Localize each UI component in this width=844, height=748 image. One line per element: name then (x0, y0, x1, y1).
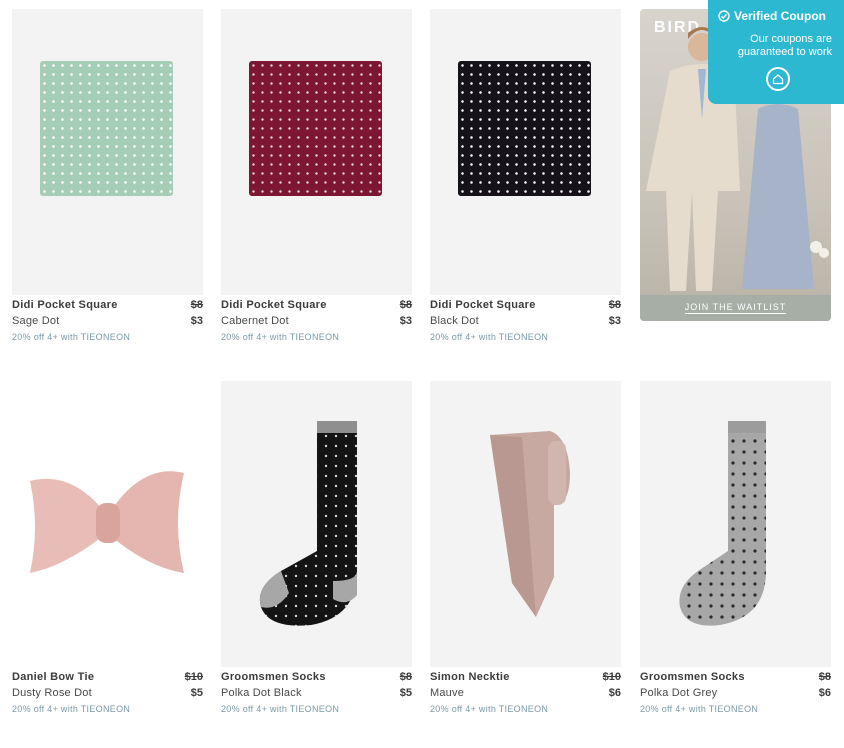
sale-price: $6 (608, 687, 621, 699)
sale-price: $3 (399, 315, 412, 327)
product-image[interactable] (221, 9, 412, 295)
join-waitlist-link[interactable]: JOIN THE WAITLIST (684, 302, 787, 314)
promo-text: 20% off 4+ with TIEONEON (12, 332, 131, 342)
product-image[interactable] (12, 9, 203, 295)
product-name[interactable]: Didi Pocket Square (430, 299, 536, 311)
promo-text: 20% off 4+ with TIEONEON (221, 332, 340, 342)
product-card[interactable]: Didi Pocket Square $8 Cabernet Dot $3 20… (221, 9, 412, 345)
product-variant: Polka Dot Black (221, 687, 302, 699)
coupon-subtitle-line2: guaranteed to work (737, 46, 832, 58)
coupon-subtitle: Our coupons are guaranteed to work (738, 33, 832, 59)
original-price: $8 (818, 671, 831, 683)
sale-price: $5 (399, 687, 412, 699)
original-price: $8 (608, 299, 621, 311)
coupon-title: Verified Coupon (718, 9, 826, 23)
sale-price: $3 (608, 315, 621, 327)
necktie-image (490, 431, 570, 617)
product-variant: Cabernet Dot (221, 315, 289, 327)
product-image[interactable] (221, 381, 412, 667)
ad-cta-bar[interactable]: JOIN THE WAITLIST (640, 295, 831, 321)
original-price: $10 (602, 671, 621, 683)
product-name[interactable]: Didi Pocket Square (12, 299, 118, 311)
product-name[interactable]: Groomsmen Socks (221, 671, 326, 683)
product-name[interactable]: Simon Necktie (430, 671, 510, 683)
sale-price: $5 (190, 687, 203, 699)
product-variant: Sage Dot (12, 315, 60, 327)
product-card[interactable]: Didi Pocket Square $8 Sage Dot $3 20% of… (12, 9, 203, 345)
original-price: $8 (190, 299, 203, 311)
promo-text: 20% off 4+ with TIEONEON (12, 704, 131, 714)
product-card[interactable]: Groomsmen Socks $8 Polka Dot Grey $6 20%… (640, 381, 831, 717)
product-image[interactable] (640, 381, 831, 667)
promo-text: 20% off 4+ with TIEONEON (640, 704, 759, 714)
coupon-subtitle-line1: Our coupons are (750, 33, 832, 45)
promo-text: 20% off 4+ with TIEONEON (430, 332, 549, 342)
pocket-square-image (458, 61, 591, 196)
product-card[interactable]: Groomsmen Socks $8 Polka Dot Black $5 20… (221, 381, 412, 717)
sock-grey-image (679, 421, 766, 626)
product-card[interactable]: Didi Pocket Square $8 Black Dot $3 20% o… (430, 9, 621, 345)
coupon-popup[interactable]: Verified Coupon Our coupons are guarante… (708, 0, 844, 104)
sale-price: $3 (190, 315, 203, 327)
product-name[interactable]: Didi Pocket Square (221, 299, 327, 311)
promo-text: 20% off 4+ with TIEONEON (221, 704, 340, 714)
pocket-square-image (40, 61, 173, 196)
product-card[interactable]: Daniel Bow Tie $10 Dusty Rose Dot $5 20%… (12, 381, 203, 717)
product-variant: Dusty Rose Dot (12, 687, 92, 699)
product-variant: Mauve (430, 687, 465, 699)
product-name[interactable]: Daniel Bow Tie (12, 671, 94, 683)
product-card[interactable]: Simon Necktie $10 Mauve $6 20% off 4+ wi… (430, 381, 621, 717)
coupon-title-text: Verified Coupon (734, 9, 827, 23)
original-price: $8 (399, 299, 412, 311)
sale-price: $6 (818, 687, 831, 699)
original-price: $10 (184, 671, 203, 683)
product-variant: Polka Dot Grey (640, 687, 718, 699)
bow-tie-image (30, 471, 184, 573)
pocket-square-image (249, 61, 382, 196)
sock-black-image (259, 421, 357, 626)
check-circle-icon (718, 10, 730, 22)
promo-text: 20% off 4+ with TIEONEON (430, 704, 549, 714)
product-variant: Black Dot (430, 315, 479, 327)
coupon-logo-icon[interactable] (766, 67, 790, 91)
product-image[interactable] (430, 381, 621, 667)
product-image[interactable] (430, 9, 621, 295)
house-icon (772, 74, 784, 85)
product-name[interactable]: Groomsmen Socks (640, 671, 745, 683)
original-price: $8 (399, 671, 412, 683)
product-image[interactable] (12, 381, 203, 667)
